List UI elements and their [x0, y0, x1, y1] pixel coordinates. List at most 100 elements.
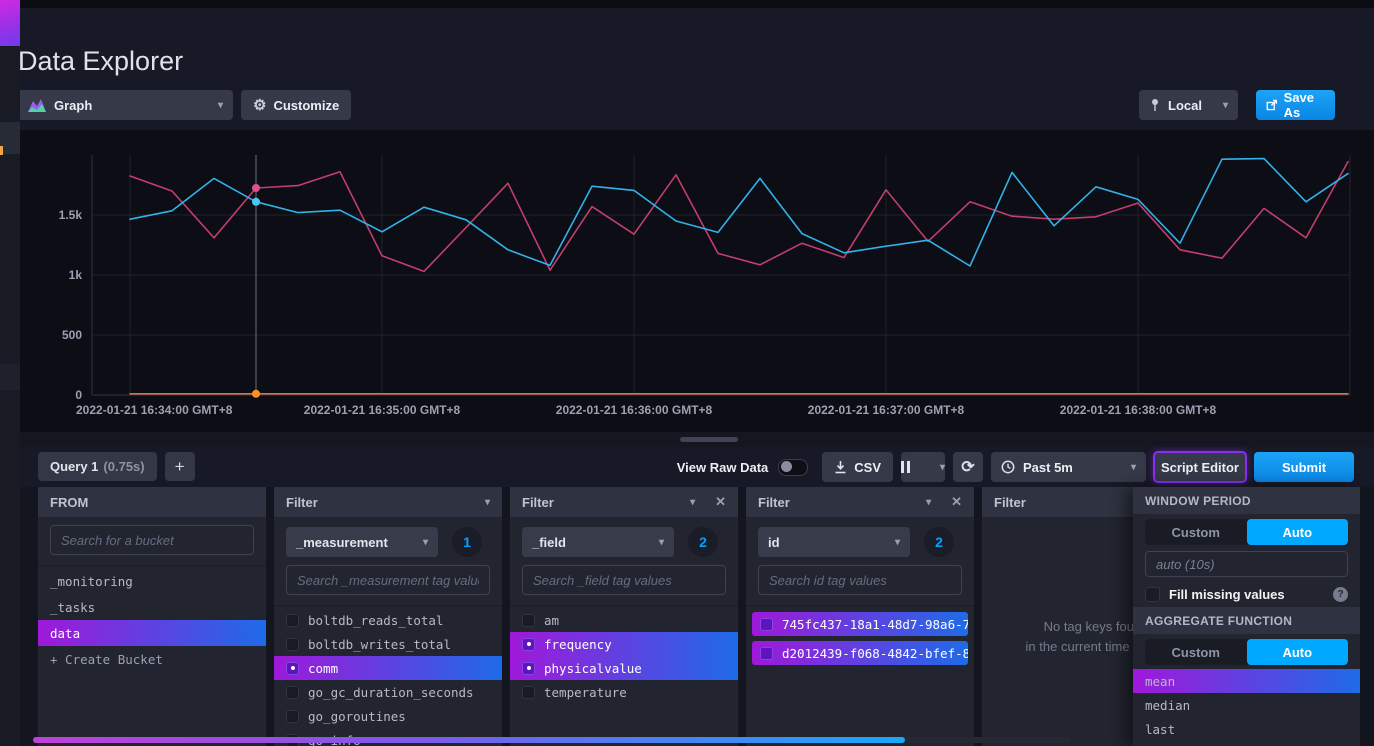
query-builder: FROM _monitoring _tasks data + Create Bu… — [20, 487, 1374, 746]
window-period-auto-option[interactable]: Auto — [1247, 519, 1349, 545]
influxdb-logo-block[interactable] — [0, 0, 20, 46]
help-icon[interactable]: ? — [1333, 587, 1348, 602]
local-dropdown[interactable]: Local ▾ — [1139, 90, 1238, 120]
filter-panel-header[interactable]: Filter ▾ ✕ — [746, 487, 974, 517]
local-label: Local — [1168, 98, 1202, 113]
nav-item-partial[interactable] — [0, 122, 20, 154]
tag-key-dropdown[interactable]: _field ▾ — [522, 527, 674, 557]
aggregate-function-item[interactable]: median — [1133, 693, 1360, 717]
chevron-down-icon: ▾ — [485, 497, 490, 508]
save-as-button[interactable]: Save As — [1256, 90, 1335, 120]
tag-value-item[interactable]: go_goroutines — [274, 704, 502, 728]
window-period-custom-option[interactable]: Custom — [1145, 519, 1247, 545]
csv-label: CSV — [854, 460, 881, 475]
tag-value-item-selected[interactable]: comm — [274, 656, 502, 680]
bucket-item[interactable]: _monitoring — [38, 568, 266, 594]
tag-value-item[interactable]: am — [510, 608, 738, 632]
chevron-down-icon: ▾ — [926, 497, 931, 508]
filter-panel-field: Filter ▾ ✕ _field ▾ 2 am frequency — [510, 487, 738, 746]
horizontal-scrollbar-track[interactable] — [33, 737, 1070, 743]
drag-handle[interactable] — [680, 437, 738, 442]
bucket-item-selected[interactable]: data — [38, 620, 266, 646]
tag-key-label: _field — [532, 535, 566, 550]
filter-panel-measurement: Filter ▾ _measurement ▾ 1 boltdb_reads_t… — [274, 487, 502, 746]
tag-value-label: go_goroutines — [308, 709, 406, 724]
tag-value-item-selected[interactable]: physicalvalue — [510, 656, 738, 680]
submit-label: Submit — [1282, 460, 1326, 475]
time-range-dropdown[interactable]: Past 5m ▾ — [991, 452, 1146, 482]
measurement-search-input[interactable] — [286, 565, 490, 595]
refresh-icon: ⟳ — [961, 457, 974, 477]
tag-value-item[interactable]: temperature — [510, 680, 738, 704]
script-editor-button[interactable]: Script Editor — [1154, 452, 1246, 482]
tag-value-label: boltdb_reads_total — [308, 613, 443, 628]
nav-active-marker — [0, 146, 3, 155]
tag-value-label: temperature — [544, 685, 627, 700]
tag-value-item-selected[interactable]: frequency — [510, 632, 738, 656]
pin-icon — [1149, 98, 1161, 112]
tag-key-dropdown[interactable]: id ▾ — [758, 527, 910, 557]
resize-divider — [20, 432, 1374, 447]
refresh-button[interactable]: ⟳ — [953, 452, 983, 482]
query-tab[interactable]: Query 1 (0.75s) — [38, 452, 157, 481]
tag-value-label: comm — [308, 661, 338, 676]
id-search-input[interactable] — [758, 565, 962, 595]
tag-value-item-selected[interactable]: 745fc437-18a1-48d7-98a6-7… — [752, 612, 968, 636]
filter-panel-id: Filter ▾ ✕ id ▾ 2 745fc437-18a1-48d7-98a… — [746, 487, 974, 746]
window-period-input[interactable] — [1145, 551, 1348, 577]
aggregate-custom-option[interactable]: Custom — [1145, 639, 1247, 665]
aggregate-auto-option[interactable]: Auto — [1247, 639, 1349, 665]
save-as-label: Save As — [1284, 90, 1325, 120]
line-chart[interactable]: 05001k1.5k2022-01-21 16:34:00 GMT+82022-… — [20, 130, 1374, 432]
filter-title: Filter — [994, 495, 1026, 510]
aggregate-function-selected[interactable]: mean — [1133, 669, 1360, 693]
nav-item-partial[interactable] — [0, 364, 20, 390]
close-icon[interactable]: ✕ — [715, 494, 726, 510]
customize-label: Customize — [273, 98, 339, 113]
field-search-input[interactable] — [522, 565, 726, 595]
bucket-item[interactable]: _tasks — [38, 594, 266, 620]
data-explorer-page: Data Explorer Graph ▾ ⚙ Customize Local … — [0, 0, 1374, 746]
customize-button[interactable]: ⚙ Customize — [241, 90, 351, 120]
filter-panel-header[interactable]: Filter ▾ — [274, 487, 502, 517]
pause-dropdown-button[interactable]: ▾ — [901, 452, 945, 482]
add-query-button[interactable]: + — [165, 452, 195, 481]
chevron-down-icon: ▾ — [218, 100, 223, 111]
nav-sidebar-strip — [0, 0, 20, 746]
tag-value-item[interactable]: go_gc_duration_seconds — [274, 680, 502, 704]
close-icon[interactable]: ✕ — [951, 494, 962, 510]
tag-key-dropdown[interactable]: _measurement ▾ — [286, 527, 438, 557]
plus-icon: + — [175, 457, 185, 477]
y-axis-tick-label: 1k — [69, 268, 83, 282]
clock-icon — [1001, 460, 1015, 474]
top-edge — [20, 0, 1374, 8]
x-axis-tick-label: 2022-01-21 16:38:00 GMT+8 — [1060, 403, 1217, 417]
fill-missing-values-label: Fill missing values — [1169, 587, 1285, 602]
submit-button[interactable]: Submit — [1254, 452, 1354, 482]
checkbox-icon — [522, 686, 535, 699]
filter-title: Filter — [286, 495, 318, 510]
bucket-label: _monitoring — [50, 574, 133, 589]
window-period-header: WINDOW PERIOD — [1133, 487, 1360, 514]
chevron-down-icon: ▾ — [659, 537, 664, 548]
filter-panel-header[interactable]: Filter ▾ ✕ — [510, 487, 738, 517]
area-chart-icon — [28, 98, 46, 112]
view-raw-data-toggle[interactable] — [778, 459, 808, 476]
aggregate-function-header: AGGREGATE FUNCTION — [1133, 607, 1360, 634]
aggregate-function-label: last — [1145, 722, 1175, 737]
filter-title: Filter — [522, 495, 554, 510]
tag-value-item-selected[interactable]: d2012439-f068-4842-bfef-8… — [752, 641, 968, 665]
visualization-type-dropdown[interactable]: Graph ▾ — [18, 90, 233, 120]
horizontal-scrollbar-thumb[interactable] — [33, 737, 905, 743]
chart-hover-dot-blue-series — [252, 198, 260, 206]
tag-value-item[interactable]: boltdb_writes_total — [274, 632, 502, 656]
chevron-down-icon: ▾ — [940, 462, 945, 473]
aggregate-function-item[interactable]: last — [1133, 717, 1360, 741]
x-axis-tick-label: 2022-01-21 16:36:00 GMT+8 — [556, 403, 713, 417]
fill-missing-values-checkbox[interactable] — [1145, 587, 1160, 602]
tag-value-item[interactable]: boltdb_reads_total — [274, 608, 502, 632]
csv-download-button[interactable]: CSV — [822, 452, 893, 482]
from-panel: FROM _monitoring _tasks data + Create Bu… — [38, 487, 266, 746]
create-bucket-link[interactable]: + Create Bucket — [38, 646, 266, 672]
bucket-search-input[interactable] — [50, 525, 254, 555]
